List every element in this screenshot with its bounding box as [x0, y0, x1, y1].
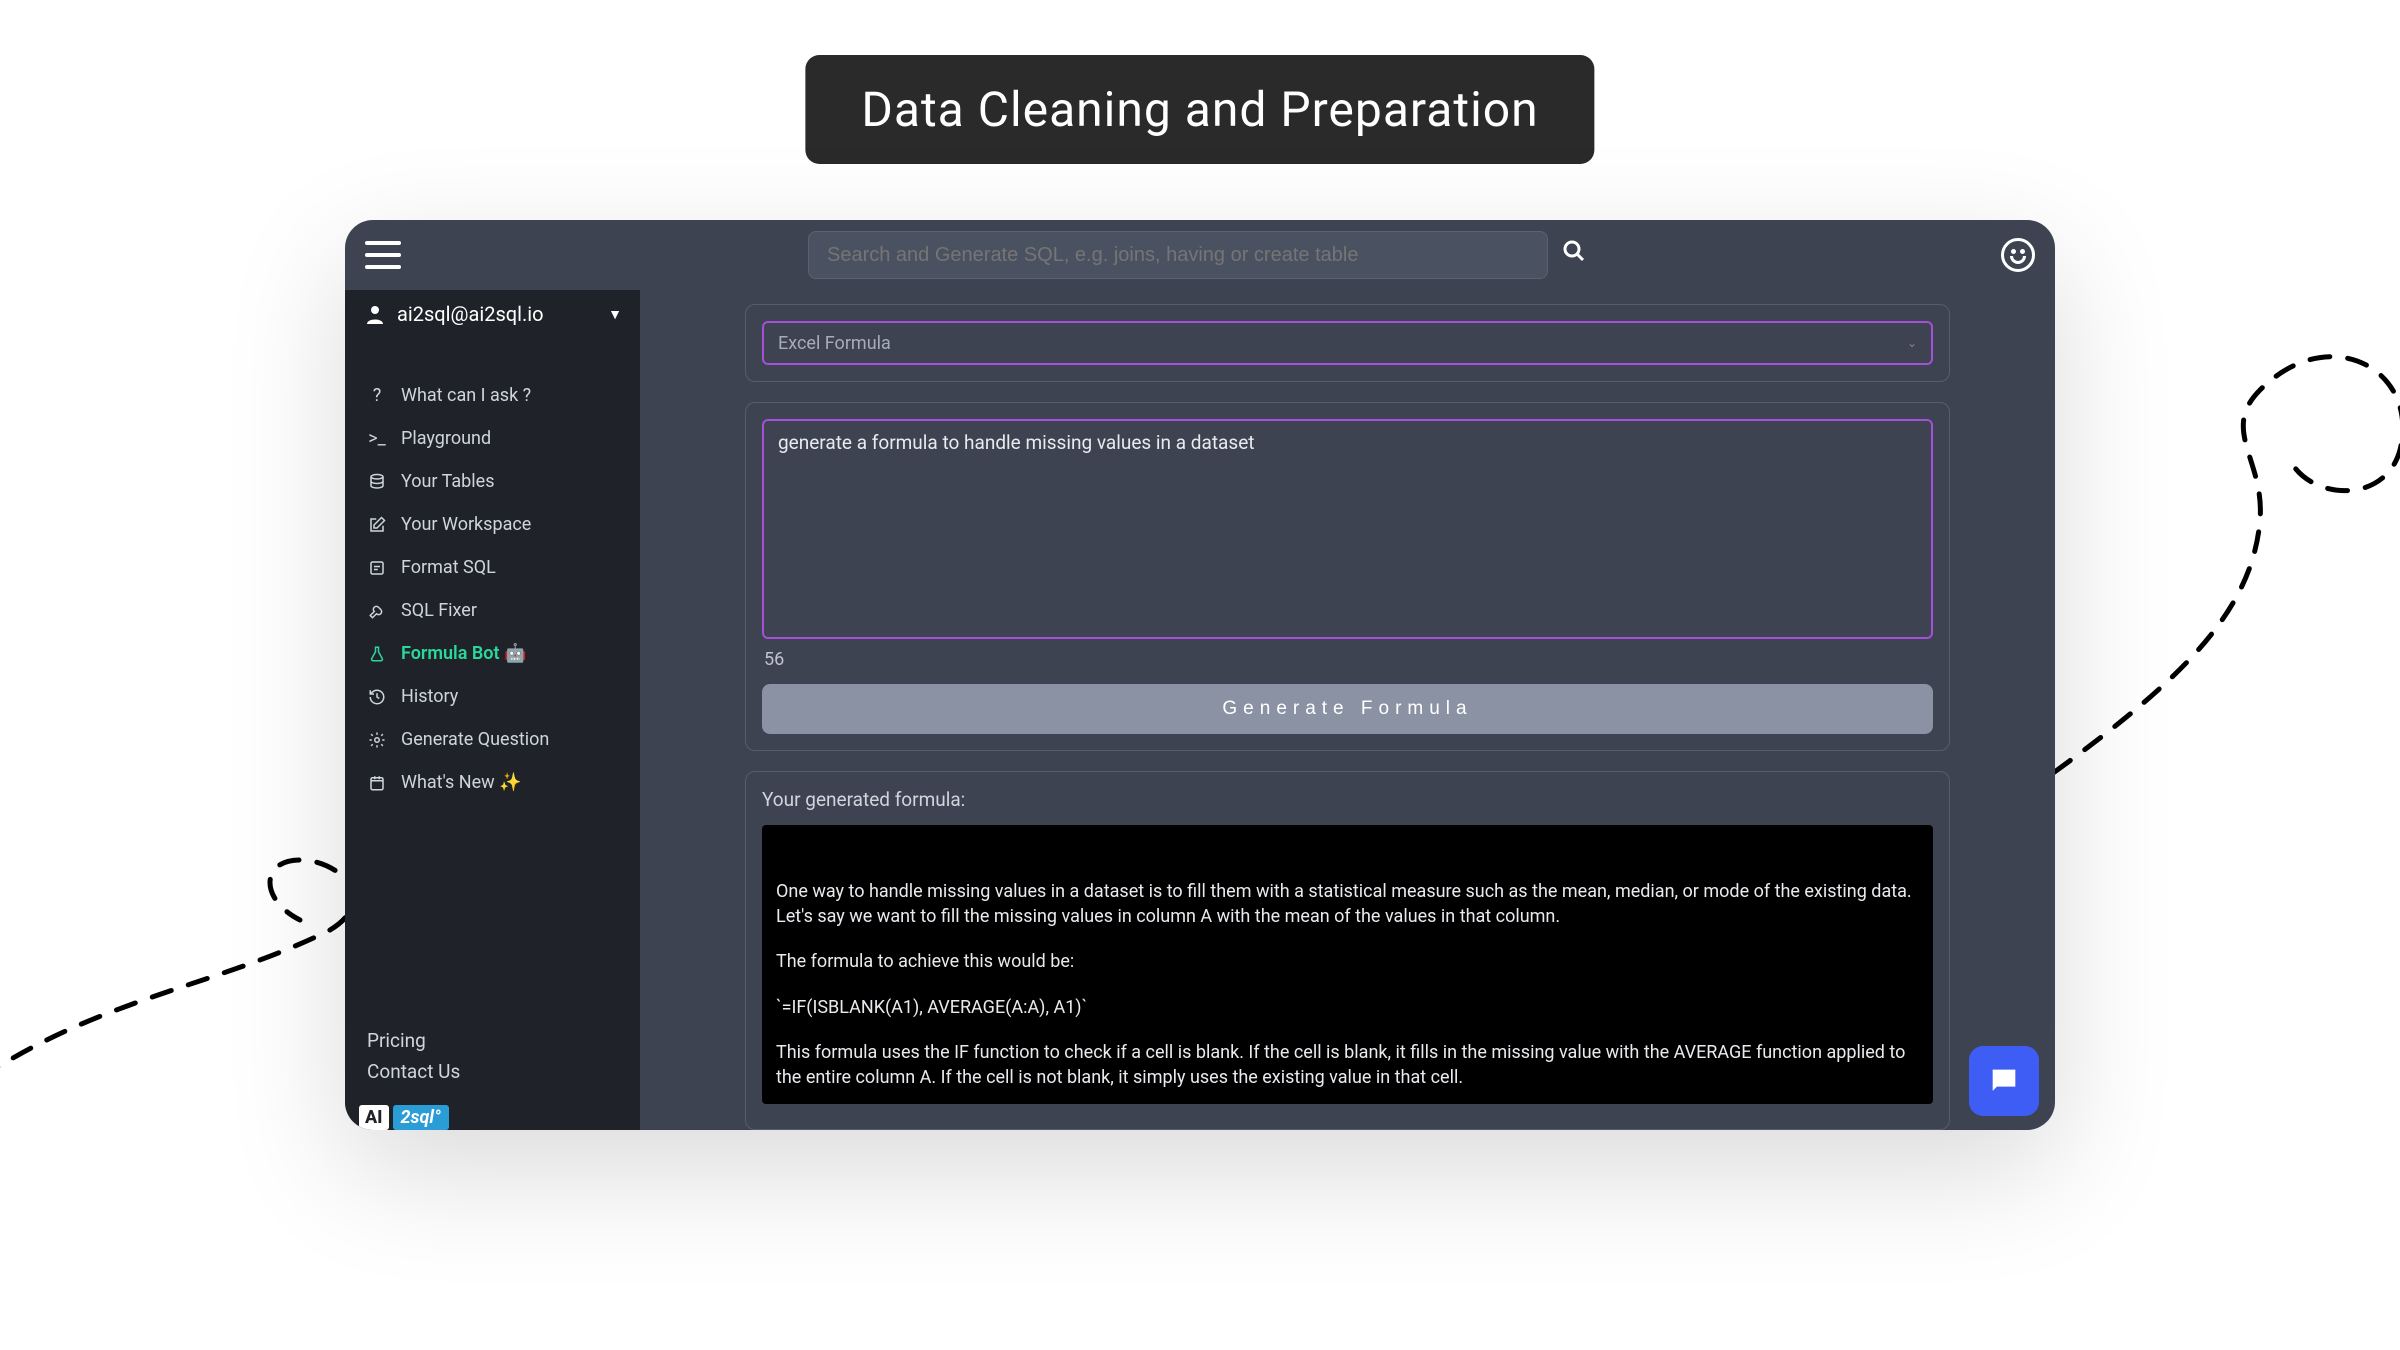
nav-sql-fixer[interactable]: SQL Fixer: [345, 589, 640, 632]
user-email: ai2sql@ai2sql.io: [397, 302, 598, 326]
nav-what-can-i-ask[interactable]: ? What can I ask ?: [345, 374, 640, 417]
result-label: Your generated formula:: [762, 788, 1933, 825]
pricing-link[interactable]: Pricing: [367, 1025, 618, 1056]
calendar-icon: [367, 773, 387, 793]
nav-label: Format SQL: [401, 557, 496, 578]
result-text: The formula to achieve this would be:: [776, 949, 1919, 974]
user-icon: [363, 302, 387, 326]
nav-your-workspace[interactable]: Your Workspace: [345, 503, 640, 546]
chat-button[interactable]: [1969, 1046, 2039, 1116]
nav-playground[interactable]: >_ Playground: [345, 417, 640, 460]
select-value: Excel Formula: [778, 333, 891, 354]
nav-label: Your Workspace: [401, 514, 531, 535]
result-output: One way to handle missing values in a da…: [762, 825, 1933, 1104]
page-title: Data Cleaning and Preparation: [805, 55, 1594, 164]
nav-label: SQL Fixer: [401, 600, 477, 621]
format-icon: [367, 558, 387, 578]
gear-icon: [367, 730, 387, 750]
nav-label: Formula Bot 🤖: [401, 643, 526, 664]
logo-part2: 2sql°: [393, 1105, 449, 1130]
generate-button[interactable]: Generate Formula: [762, 684, 1933, 734]
edit-icon: [367, 515, 387, 535]
nav-generate-question[interactable]: Generate Question: [345, 718, 640, 761]
chevron-down-icon: ▼: [608, 306, 622, 323]
nav-label: Playground: [401, 428, 491, 449]
topbar: [345, 220, 2055, 290]
nav-format-sql[interactable]: Format SQL: [345, 546, 640, 589]
main-content: Excel Formula ⌄ 56 Generate Formula Your…: [640, 290, 2055, 1130]
chat-icon: [1987, 1064, 2021, 1098]
wrench-icon: [367, 601, 387, 621]
flask-icon: [367, 644, 387, 664]
nav-list: ? What can I ask ? >_ Playground Your Ta…: [345, 344, 640, 804]
contact-link[interactable]: Contact Us: [367, 1056, 618, 1087]
char-count: 56: [762, 643, 1933, 684]
nav-label: What can I ask ?: [401, 385, 531, 406]
search-box[interactable]: [808, 231, 1548, 279]
nav-your-tables[interactable]: Your Tables: [345, 460, 640, 503]
result-text: One way to handle missing values in a da…: [776, 879, 1919, 929]
formula-type-panel: Excel Formula ⌄: [745, 304, 1950, 382]
nav-label: Your Tables: [401, 471, 495, 492]
database-icon: [367, 472, 387, 492]
nav-label: Generate Question: [401, 729, 549, 750]
result-panel: Your generated formula: One way to handl…: [745, 771, 1950, 1130]
nav-label: What's New ✨: [401, 772, 522, 793]
result-text: This formula uses the IF function to che…: [776, 1040, 1919, 1090]
logo-part1: AI: [359, 1105, 389, 1130]
question-icon: ?: [367, 386, 387, 406]
logo: AI 2sql°: [345, 1097, 640, 1130]
menu-icon[interactable]: [365, 241, 401, 269]
prompt-input[interactable]: [762, 419, 1933, 639]
sidebar: ai2sql@ai2sql.io ▼ ? What can I ask ? >_…: [345, 290, 640, 1130]
app-frame: ai2sql@ai2sql.io ▼ ? What can I ask ? >_…: [345, 220, 2055, 1130]
sidebar-footer: Pricing Contact Us: [345, 1025, 640, 1097]
prompt-panel: 56 Generate Formula: [745, 402, 1950, 751]
terminal-icon: >_: [367, 429, 387, 449]
nav-history[interactable]: History: [345, 675, 640, 718]
user-dropdown[interactable]: ai2sql@ai2sql.io ▼: [345, 290, 640, 344]
nav-formula-bot[interactable]: Formula Bot 🤖: [345, 632, 640, 675]
nav-whats-new[interactable]: What's New ✨: [345, 761, 640, 804]
result-formula: `=IF(ISBLANK(A1), AVERAGE(A:A), A1)`: [776, 995, 1919, 1020]
search-icon[interactable]: [1554, 231, 1594, 271]
smile-icon[interactable]: [2001, 238, 2035, 272]
search-input[interactable]: [827, 244, 1529, 267]
formula-type-select[interactable]: Excel Formula ⌄: [762, 321, 1933, 365]
nav-label: History: [401, 686, 458, 707]
chevron-down-icon: ⌄: [1907, 336, 1917, 350]
history-icon: [367, 687, 387, 707]
